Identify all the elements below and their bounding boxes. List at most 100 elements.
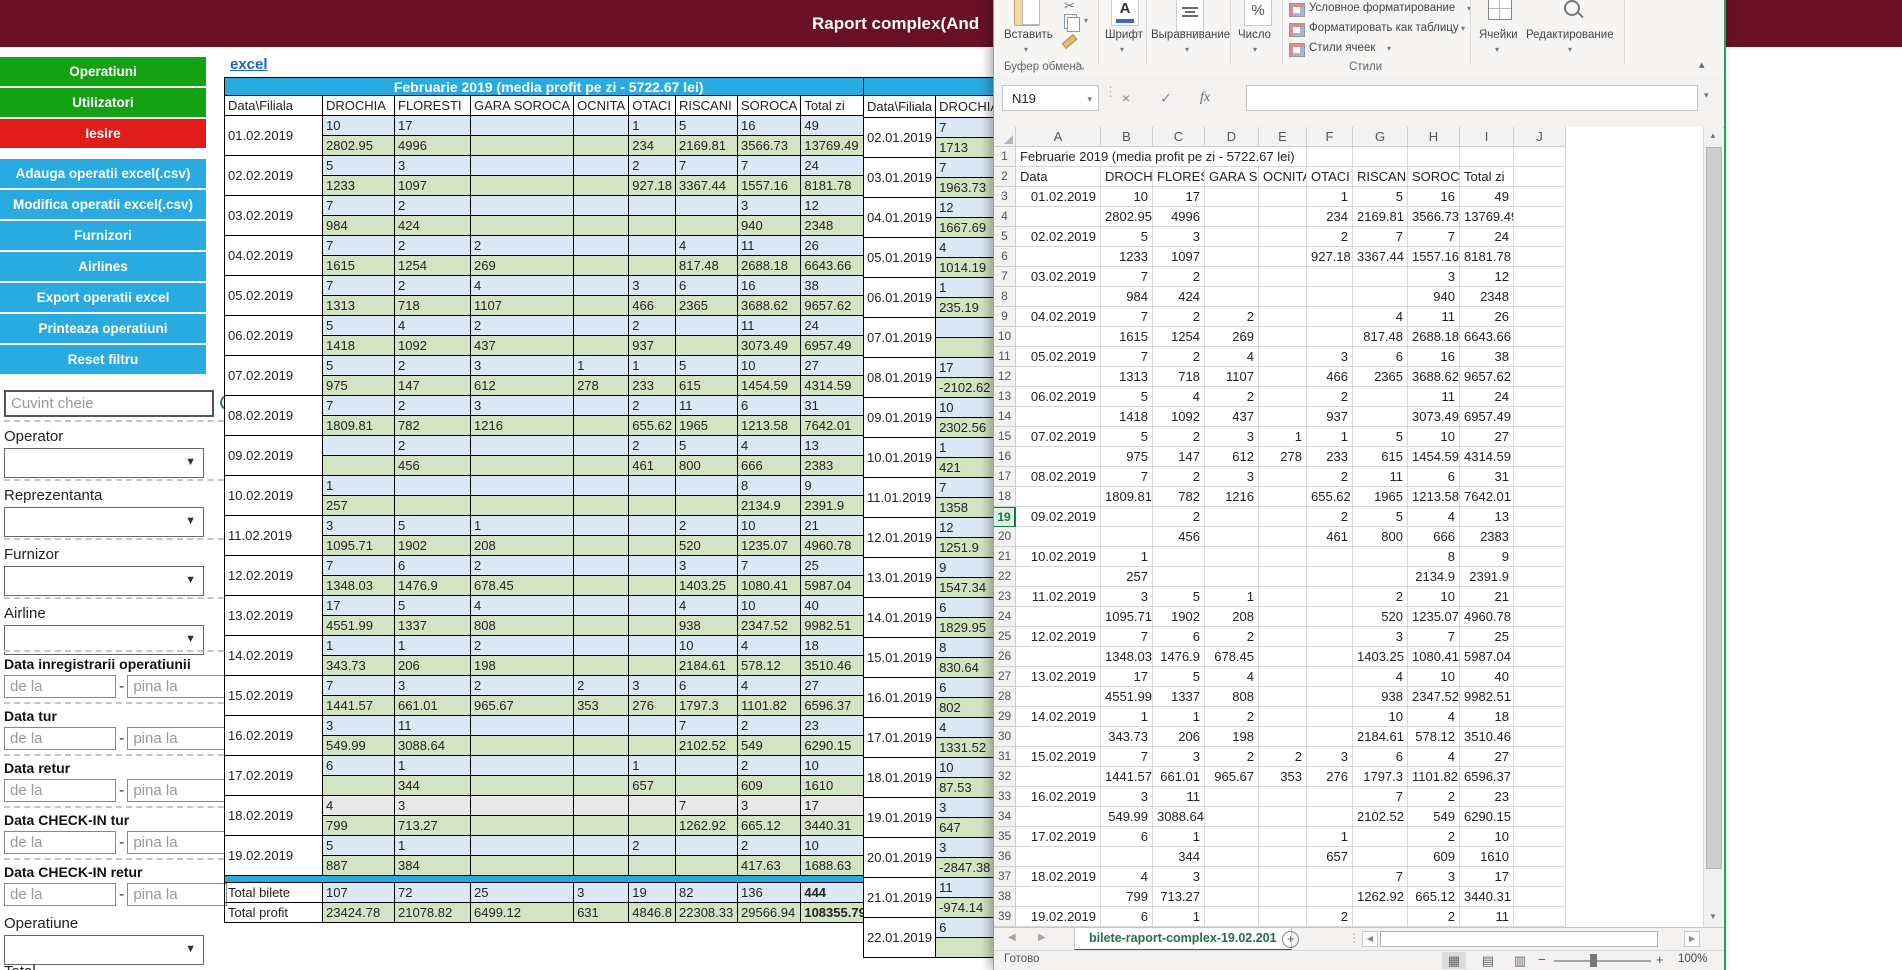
sheet-cell[interactable]	[1016, 327, 1101, 347]
sheet-cell[interactable]: 1	[1153, 907, 1205, 927]
sheet-cell[interactable]: 2184.61	[1353, 727, 1408, 747]
sheet-cell[interactable]: 1	[1307, 187, 1353, 207]
sheet-cell[interactable]: 657	[1307, 847, 1353, 867]
select-reprezentanta[interactable]: ▼	[4, 507, 204, 537]
row-header-20[interactable]: 20	[994, 527, 1016, 547]
row-header-31[interactable]: 31	[994, 747, 1016, 767]
sheet-cell[interactable]: 1476.9	[1153, 647, 1205, 667]
sheet-cell[interactable]: 206	[1153, 727, 1205, 747]
sheet-cell[interactable]: 4996	[1153, 207, 1205, 227]
sheet-cell[interactable]: 4314.59	[1460, 447, 1514, 467]
sheet-cell[interactable]	[1307, 707, 1353, 727]
sheet-cell[interactable]: 23	[1460, 787, 1514, 807]
sheet-cell[interactable]: 12.02.2019	[1016, 627, 1101, 647]
date-to-input[interactable]	[127, 831, 227, 854]
sheet-cell[interactable]	[1514, 307, 1566, 327]
sheet-cell[interactable]: 3	[1307, 747, 1353, 767]
sheet-cell[interactable]: 4	[1408, 707, 1460, 727]
sheet-cell[interactable]: 1097	[1153, 247, 1205, 267]
sheet-cell[interactable]	[1514, 487, 1566, 507]
zoom-in-icon[interactable]: +	[1656, 952, 1664, 967]
tabbar-drag-handle-icon[interactable]: ⋮	[1348, 931, 1360, 945]
sheet-cell[interactable]: 938	[1353, 687, 1408, 707]
sheet-cell[interactable]: 1213.58	[1408, 487, 1460, 507]
sheet-cell[interactable]: 7	[1408, 627, 1460, 647]
row-header-25[interactable]: 25	[994, 627, 1016, 647]
sheet-cell[interactable]	[1307, 607, 1353, 627]
row-header-4[interactable]: 4	[994, 207, 1016, 227]
sheet-cell[interactable]: 713.27	[1153, 887, 1205, 907]
sheet-cell[interactable]: 04.02.2019	[1016, 307, 1101, 327]
sheet-cell[interactable]	[1259, 787, 1307, 807]
sheet-cell[interactable]	[1259, 827, 1307, 847]
sheet-cell[interactable]: 3	[1408, 867, 1460, 887]
sheet-cell[interactable]: 3	[1101, 587, 1153, 607]
insert-function-icon[interactable]: fx	[1200, 85, 1210, 111]
sheet-cell[interactable]	[1307, 147, 1353, 167]
row-header-2[interactable]: 2	[994, 167, 1016, 187]
sheet-cell[interactable]: 1095.71	[1101, 607, 1153, 627]
sheet-cell[interactable]	[1353, 827, 1408, 847]
sheet-cell[interactable]	[1259, 327, 1307, 347]
number-group-button[interactable]: % Число ▾	[1235, 0, 1279, 60]
sheet-cell[interactable]	[1259, 727, 1307, 747]
sheet-cell[interactable]: 817.48	[1353, 327, 1408, 347]
sheet-cell[interactable]: 1	[1101, 547, 1153, 567]
sheet-cell[interactable]: 6	[1408, 467, 1460, 487]
sheet-cell[interactable]: 18	[1460, 707, 1514, 727]
column-header-G[interactable]: G	[1353, 127, 1408, 147]
sheet-cell[interactable]: 549	[1408, 807, 1460, 827]
sheet-cell[interactable]: 6	[1353, 347, 1408, 367]
sheet-cell[interactable]: 1233	[1101, 247, 1153, 267]
chevron-down-icon[interactable]: ▾	[1084, 16, 1088, 25]
spreadsheet-grid[interactable]: ABCDEFGHIJ1Februarie 2019 (media profit …	[994, 127, 1703, 927]
sheet-cell[interactable]: 49	[1460, 187, 1514, 207]
sheet-cell[interactable]	[1514, 647, 1566, 667]
sheet-cell[interactable]	[1016, 527, 1101, 547]
sidebar-button-furnizori[interactable]: Furnizori	[0, 221, 206, 250]
date-from-input[interactable]	[4, 727, 116, 750]
zoom-slider-track[interactable]	[1554, 960, 1651, 962]
sheet-cell[interactable]	[1016, 287, 1101, 307]
sheet-cell[interactable]: 27	[1460, 427, 1514, 447]
sheet-cell[interactable]	[1514, 887, 1566, 907]
sheet-cell[interactable]	[1016, 567, 1101, 587]
sheet-cell[interactable]: GARA SOROCA	[1205, 167, 1259, 187]
sidebar-button-adauga-operatii-excel-csv-[interactable]: Adauga operatii excel(.csv)	[0, 159, 206, 188]
sheet-cell[interactable]	[1259, 367, 1307, 387]
sheet-cell[interactable]: 2	[1153, 347, 1205, 367]
sheet-cell[interactable]: 661.01	[1153, 767, 1205, 787]
column-header-I[interactable]: I	[1460, 127, 1514, 147]
date-to-input[interactable]	[127, 675, 227, 698]
sheet-cell[interactable]	[1205, 827, 1259, 847]
sheet-cell[interactable]: 2365	[1353, 367, 1408, 387]
page-break-view-icon[interactable]: ▥	[1508, 952, 1532, 969]
sheet-cell[interactable]: 26	[1460, 307, 1514, 327]
sheet-cell[interactable]: 965.67	[1205, 767, 1259, 787]
sheet-cell[interactable]: 1418	[1101, 407, 1153, 427]
sheet-cell[interactable]	[1514, 607, 1566, 627]
sheet-cell[interactable]	[1514, 147, 1566, 167]
sheet-cell[interactable]: OCNITA	[1259, 167, 1307, 187]
row-header-6[interactable]: 6	[994, 247, 1016, 267]
search-input[interactable]	[4, 390, 214, 417]
sidebar-button-reset-filtru[interactable]: Reset filtru	[0, 345, 206, 374]
row-header-21[interactable]: 21	[994, 547, 1016, 567]
sheet-cell[interactable]: 16	[1408, 347, 1460, 367]
sheet-cell[interactable]	[1016, 487, 1101, 507]
sheet-cell[interactable]: 1403.25	[1353, 647, 1408, 667]
sheet-cell[interactable]	[1205, 287, 1259, 307]
scroll-left-icon[interactable]: ◀	[1362, 931, 1378, 947]
sheet-cell[interactable]	[1016, 847, 1101, 867]
sheet-cell[interactable]: 2169.81	[1353, 207, 1408, 227]
sheet-cell[interactable]	[1353, 907, 1408, 927]
scroll-up-icon[interactable]: ▲	[1704, 127, 1722, 145]
sheet-cell[interactable]: 2	[1307, 907, 1353, 927]
sheet-cell[interactable]: 9657.62	[1460, 367, 1514, 387]
sheet-cell[interactable]: 18.02.2019	[1016, 867, 1101, 887]
date-to-input[interactable]	[127, 779, 227, 802]
drag-handle-icon[interactable]: ⋮	[1104, 84, 1117, 100]
sheet-cell[interactable]	[1259, 407, 1307, 427]
sheet-cell[interactable]	[1514, 587, 1566, 607]
sheet-cell[interactable]: 1	[1101, 707, 1153, 727]
